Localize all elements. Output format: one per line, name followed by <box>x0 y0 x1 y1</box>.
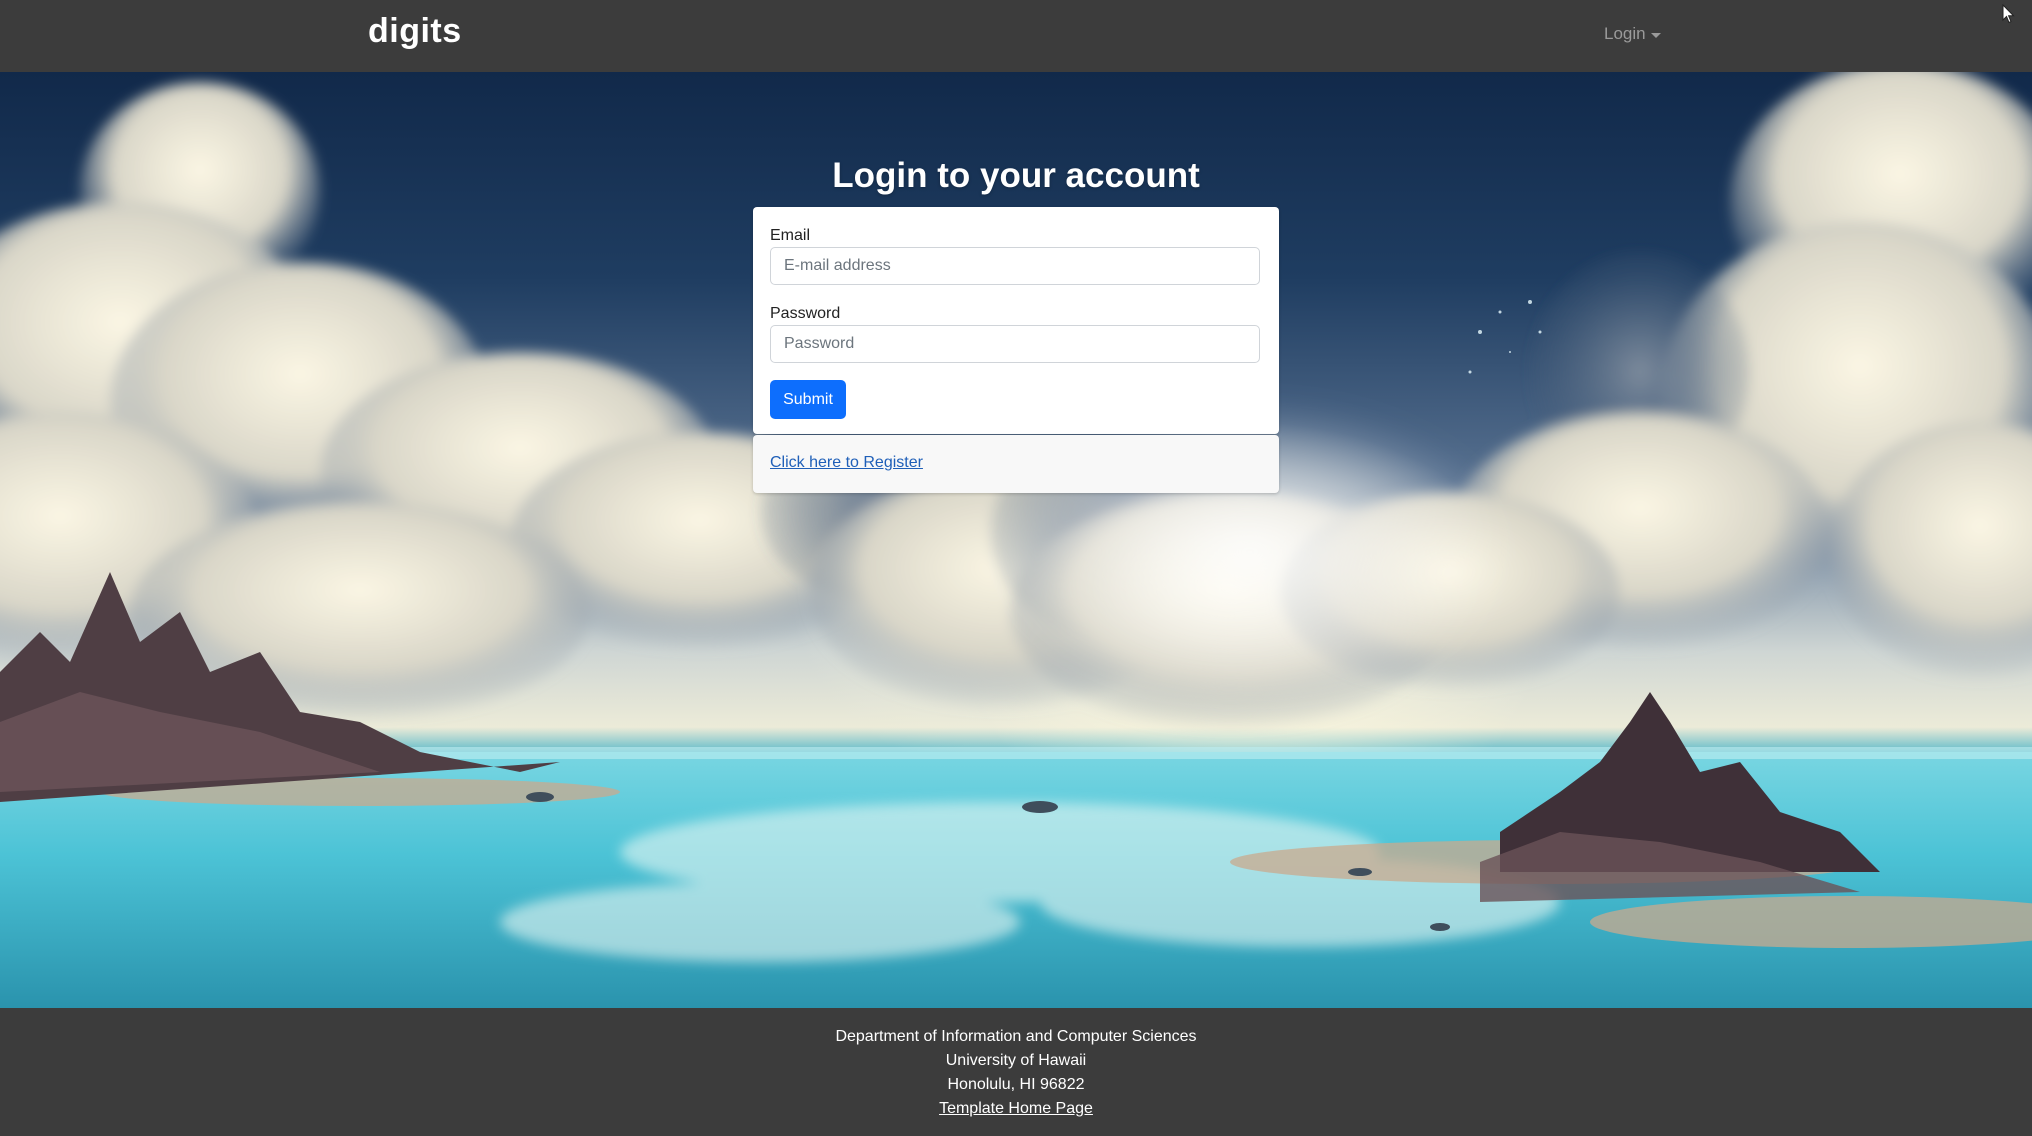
template-home-link[interactable]: Template Home Page <box>939 1100 1093 1117</box>
navbar: digits Login <box>0 0 2032 72</box>
footer-address: Honolulu, HI 96822 <box>947 1076 1085 1093</box>
caret-down-icon <box>1650 32 1661 38</box>
page-title: Login to your account <box>832 156 1200 195</box>
login-form-card: Email Password Submit <box>753 207 1279 434</box>
password-field[interactable] <box>770 325 1260 363</box>
submit-button[interactable]: Submit <box>770 380 846 419</box>
register-card: Click here to Register <box>753 435 1279 493</box>
brand-logo[interactable]: digits <box>368 12 462 51</box>
hero-background-image: Login to your account Email Password Sub… <box>0 72 2032 1008</box>
password-label: Password <box>770 305 841 322</box>
mouse-cursor-icon <box>2002 4 2015 24</box>
footer-department: Department of Information and Computer S… <box>835 1028 1197 1045</box>
email-field[interactable] <box>770 247 1260 285</box>
footer-university: University of Hawaii <box>945 1052 1087 1069</box>
register-link[interactable]: Click here to Register <box>770 454 923 472</box>
login-dropdown[interactable]: Login <box>1604 24 1661 44</box>
email-label: Email <box>770 227 811 244</box>
login-dropdown-label: Login <box>1604 24 1646 43</box>
footer: Department of Information and Computer S… <box>0 1008 2032 1136</box>
